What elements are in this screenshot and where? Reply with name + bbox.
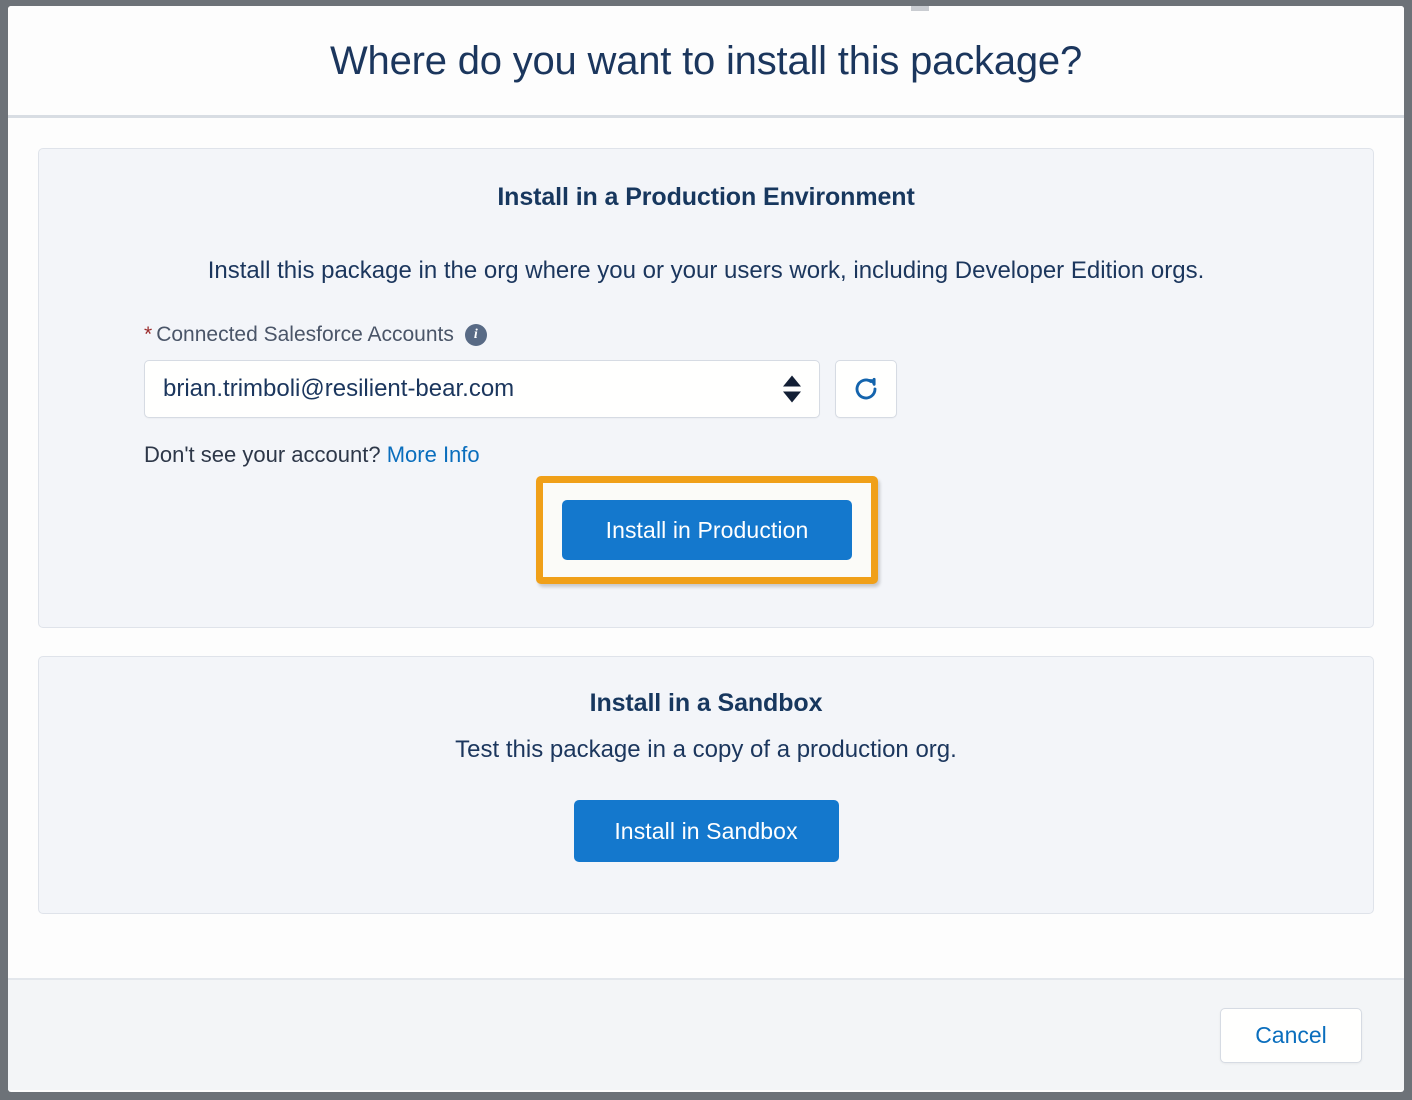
install-in-production-button[interactable]: Install in Production <box>562 500 852 560</box>
account-help-text: Don't see your account? <box>144 442 381 467</box>
account-help-line: Don't see your account? More Info <box>144 442 1373 468</box>
account-select-row: brian.trimboli@resilient-bear.com <box>144 360 1373 418</box>
more-info-link[interactable]: More Info <box>387 442 480 467</box>
connected-accounts-form: * Connected Salesforce Accounts i brian.… <box>39 323 1373 468</box>
modal-body: Install in a Production Environment Inst… <box>8 118 1404 978</box>
modal-dialog: Where do you want to install this packag… <box>8 6 1404 1092</box>
triangle-down-icon <box>783 391 801 403</box>
refresh-accounts-button[interactable] <box>835 360 897 418</box>
connected-accounts-select[interactable]: brian.trimboli@resilient-bear.com <box>144 360 820 418</box>
production-heading: Install in a Production Environment <box>497 183 915 211</box>
triangle-up-icon <box>783 375 801 387</box>
select-stepper[interactable] <box>783 375 801 403</box>
required-asterisk: * <box>144 323 153 346</box>
sandbox-description: Test this package in a copy of a product… <box>455 736 957 763</box>
sandbox-heading: Install in a Sandbox <box>589 689 823 717</box>
sandbox-button-row: Install in Sandbox <box>39 800 1373 862</box>
window-frame-tick <box>911 6 929 11</box>
sandbox-card: Install in a Sandbox Test this package i… <box>38 656 1374 914</box>
info-icon[interactable]: i <box>464 324 487 346</box>
install-in-sandbox-button[interactable]: Install in Sandbox <box>573 800 839 862</box>
browser-window-frame: Where do you want to install this packag… <box>0 0 1412 1100</box>
cancel-button[interactable]: Cancel <box>1220 1007 1362 1063</box>
modal-footer: Cancel <box>8 978 1404 1090</box>
production-card: Install in a Production Environment Inst… <box>38 148 1374 628</box>
connected-accounts-selected-value: brian.trimboli@resilient-bear.com <box>163 375 515 402</box>
production-description: Install this package in the org where yo… <box>207 257 1205 284</box>
refresh-icon <box>855 377 877 400</box>
connected-accounts-label: * Connected Salesforce Accounts i <box>144 323 1373 347</box>
page-title: Where do you want to install this packag… <box>329 38 1083 83</box>
connected-accounts-label-text: Connected Salesforce Accounts <box>156 323 454 346</box>
modal-header: Where do you want to install this packag… <box>8 6 1404 118</box>
install-production-highlight: Install in Production <box>536 476 878 584</box>
